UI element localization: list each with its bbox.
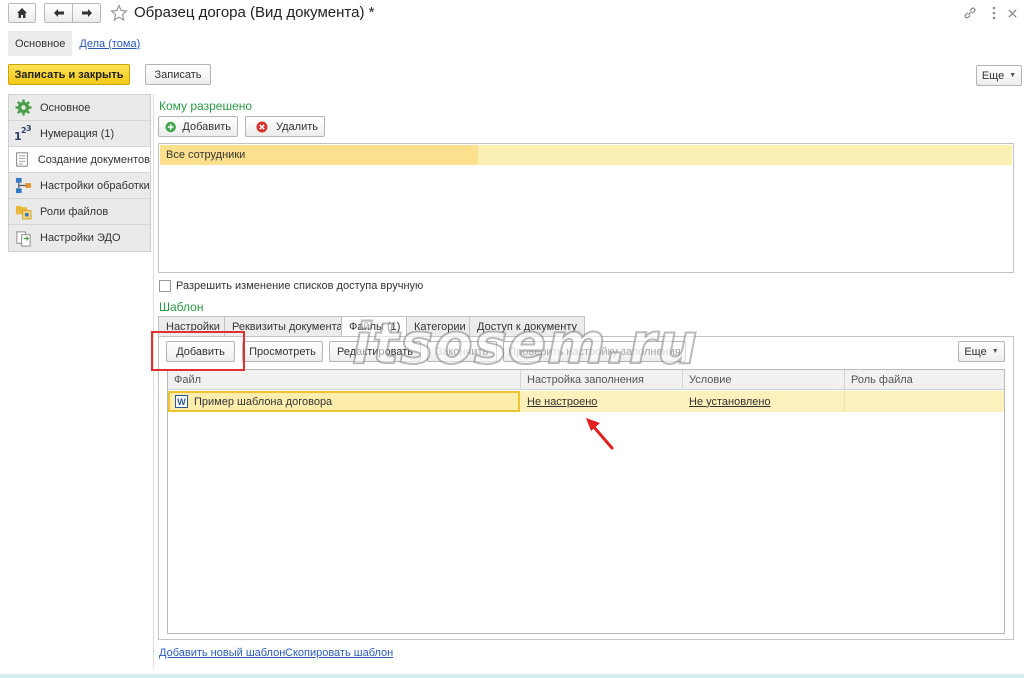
add-new-template-link[interactable]: Добавить новый шаблон xyxy=(159,647,285,659)
files-table: Файл Настройка заполнения Условие Роль ф… xyxy=(167,369,1005,634)
access-list[interactable]: Все сотрудники xyxy=(158,143,1014,273)
left-nav: Основное 123 Нумерация (1) Создание доку… xyxy=(8,94,151,252)
status-bar xyxy=(0,674,1024,678)
file-roles-icon xyxy=(13,203,33,221)
window-title: Образец догора (Вид документа) * xyxy=(134,4,375,21)
link-icon[interactable] xyxy=(962,5,978,21)
word-document-icon: W xyxy=(175,395,188,408)
nav-item-label: Создание документов xyxy=(37,153,150,166)
files-more-label: Еще xyxy=(964,345,987,358)
tab-main[interactable]: Основное xyxy=(8,31,73,56)
delete-icon xyxy=(256,121,268,132)
copy-template-link[interactable]: Скопировать шаблон xyxy=(285,647,393,659)
arrow-left-icon xyxy=(53,9,64,17)
manual-access-label: Разрешить изменение списков доступа вруч… xyxy=(176,280,424,292)
home-button[interactable] xyxy=(8,3,36,23)
edo-icon xyxy=(13,229,33,247)
save-button[interactable]: Записать xyxy=(145,64,211,85)
close-icon[interactable] xyxy=(1004,5,1020,21)
nav-item-numbering[interactable]: 123 Нумерация (1) xyxy=(9,121,150,147)
col-file-role[interactable]: Роль файла xyxy=(844,370,1004,390)
nav-item-label: Настройки ЭДО xyxy=(40,232,121,244)
access-group-title: Кому разрешено xyxy=(159,99,253,113)
nav-item-label: Настройки обработки xyxy=(40,179,150,192)
favorite-star-icon[interactable] xyxy=(110,4,128,22)
nav-item-create-documents[interactable]: Создание документов xyxy=(9,147,150,173)
cell-file[interactable]: W Пример шаблона договора xyxy=(168,391,520,412)
caret-down-icon: ▼ xyxy=(1009,72,1017,79)
nav-item-label: Основное xyxy=(40,101,91,114)
highlight-rectangle xyxy=(151,331,245,371)
nav-item-processing-settings[interactable]: Настройки обработки xyxy=(9,173,150,199)
process-icon xyxy=(13,177,33,195)
red-arrow-icon xyxy=(586,418,614,450)
access-add-button[interactable]: Добавить xyxy=(158,116,238,137)
watermark: itsosem.ru xyxy=(351,311,699,378)
nav-item-file-roles[interactable]: Роли файлов xyxy=(9,199,150,225)
forward-button[interactable] xyxy=(72,3,101,23)
nav-item-main[interactable]: Основное xyxy=(9,95,150,121)
svg-text:3: 3 xyxy=(26,125,32,133)
save-and-close-button[interactable]: Записать и закрыть xyxy=(8,64,130,85)
nav-item-label: Роли файлов xyxy=(40,205,109,218)
menu-icon[interactable] xyxy=(986,5,1002,21)
file-name: Пример шаблона договора xyxy=(194,395,333,408)
cell-condition[interactable]: Не установлено xyxy=(683,391,845,412)
gear-icon xyxy=(13,99,33,117)
list-item[interactable]: Все сотрудники xyxy=(160,145,1012,165)
nav-item-edo-settings[interactable]: Настройки ЭДО xyxy=(9,225,150,251)
list-item-label: Все сотрудники xyxy=(166,149,246,161)
section-tabs: Основное Дела (тома) xyxy=(8,31,147,56)
access-remove-label: Удалить xyxy=(276,120,318,133)
arrow-right-icon xyxy=(81,9,92,17)
cell-file-role[interactable] xyxy=(844,391,1004,412)
home-icon xyxy=(17,8,27,18)
col-condition[interactable]: Условие xyxy=(682,370,844,390)
title-bar: Образец догора (Вид документа) * xyxy=(0,0,1024,28)
more-label: Еще xyxy=(981,69,1005,82)
table-row[interactable]: W Пример шаблона договора Не настроено Н… xyxy=(168,391,1004,412)
document-icon xyxy=(13,151,31,169)
add-icon xyxy=(165,121,176,132)
template-group-title: Шаблон xyxy=(159,300,204,314)
numbering-icon: 123 xyxy=(13,125,33,143)
files-more-button[interactable]: Еще ▼ xyxy=(958,341,1005,362)
nav-item-label: Нумерация (1) xyxy=(40,127,115,140)
access-remove-button[interactable]: Удалить xyxy=(245,116,325,137)
cell-fill-settings[interactable]: Не настроено xyxy=(521,391,683,412)
manual-access-checkbox[interactable] xyxy=(159,280,171,292)
tab-cases[interactable]: Дела (тома) xyxy=(72,31,147,56)
file-view-button[interactable]: Просмотреть xyxy=(242,341,323,362)
back-button[interactable] xyxy=(44,3,73,23)
caret-down-icon: ▼ xyxy=(991,348,999,355)
more-button[interactable]: Еще ▼ xyxy=(976,65,1022,86)
access-add-label: Добавить xyxy=(182,120,231,133)
